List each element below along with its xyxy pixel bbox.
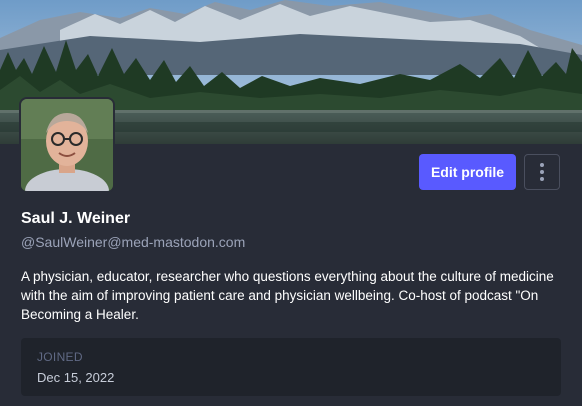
display-name: Saul J. Weiner (21, 210, 131, 227)
joined-label: JOINED (37, 350, 83, 364)
account-handle: @SaulWeiner@med-mastodon.com (21, 234, 246, 250)
joined-info: JOINED Dec 15, 2022 (21, 338, 561, 396)
avatar-portrait (21, 99, 113, 191)
avatar[interactable] (21, 99, 113, 191)
vertical-ellipsis-icon (540, 163, 544, 181)
joined-date: Dec 15, 2022 (37, 370, 115, 385)
profile-bio: A physician, educator, researcher who qu… (21, 269, 554, 322)
edit-profile-button[interactable]: Edit profile (419, 154, 516, 190)
more-options-button[interactable] (524, 154, 560, 190)
